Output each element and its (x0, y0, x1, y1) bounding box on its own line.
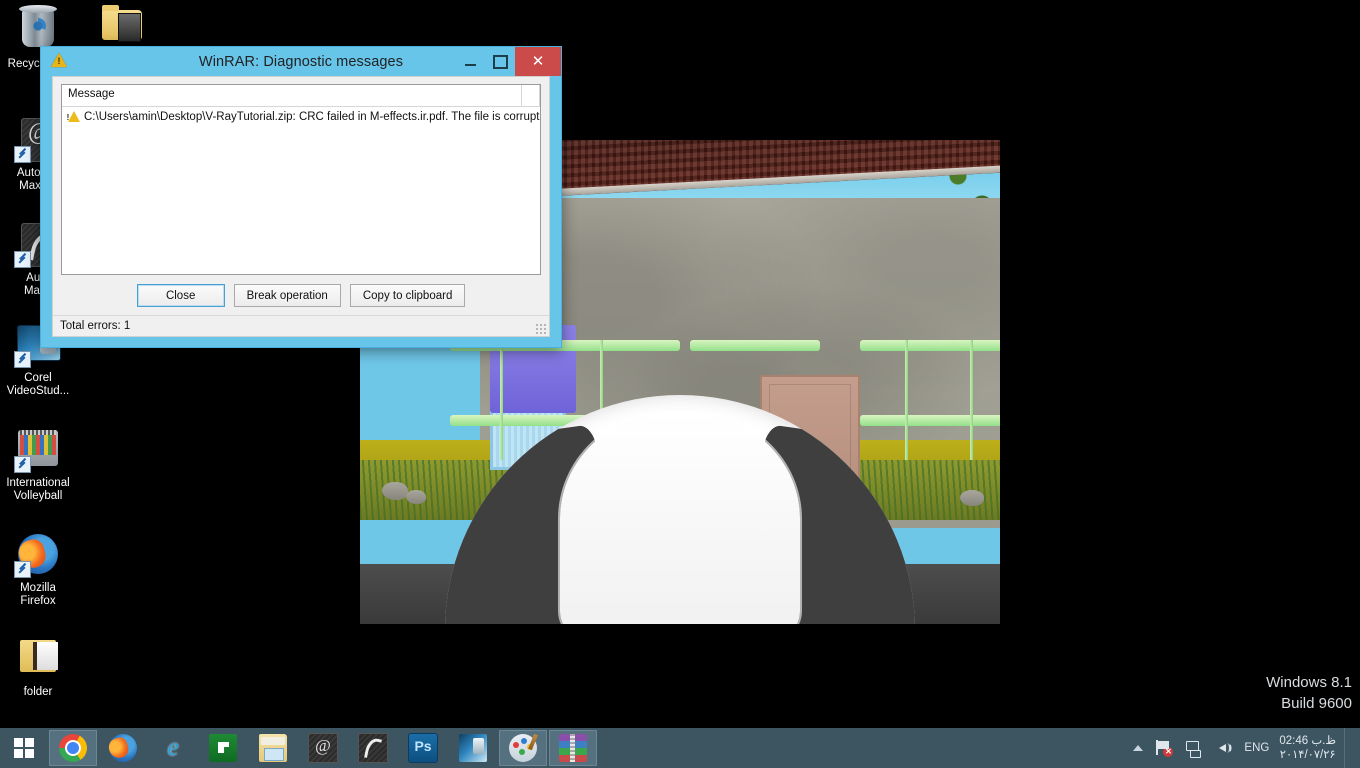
desktop-icon-firefox[interactable]: Mozilla Firefox (0, 530, 82, 608)
file-explorer-icon (259, 734, 287, 762)
action-center-button[interactable]: ✕ (1149, 728, 1178, 768)
warning-icon (68, 111, 81, 123)
warning-icon (51, 53, 68, 69)
taskbar-maya[interactable] (349, 730, 397, 766)
desktop-icon-international-volleyball[interactable]: International Volleyball (0, 425, 86, 503)
rock-2 (406, 490, 426, 504)
show-hidden-icons-button[interactable] (1127, 728, 1149, 768)
3dsmax-icon (308, 733, 338, 763)
dialog-body: Message C:\Users\amin\Desktop\V-RayTutor… (52, 76, 550, 337)
taskbar[interactable]: e ✕ ENG 02:46 ظ.ب ۲۰۱۴/۰۷/۲۶ (0, 728, 1360, 768)
desktop-icon-label-line2: VideoStud... (6, 385, 70, 397)
taskbar-photoshop[interactable] (399, 730, 447, 766)
status-bar: Total errors: 1 (53, 315, 549, 336)
desktop-icon-label-line2: Firefox (20, 595, 56, 607)
chevron-up-icon (1133, 745, 1144, 751)
dialog-title-bar[interactable]: WinRAR: Diagnostic messages ✕ (41, 47, 561, 76)
railing-post-4 (970, 340, 973, 460)
resize-grip[interactable] (535, 323, 546, 334)
ball-panel-white-top (560, 413, 800, 624)
desktop-icon-label-line2: Volleyball (13, 490, 63, 502)
internet-explorer-icon: e (167, 734, 179, 761)
desktop-icon-label: folder (23, 686, 53, 698)
network-button[interactable] (1178, 728, 1208, 768)
railing-top-mid (690, 340, 820, 351)
messages-list-header[interactable]: Message (62, 85, 540, 107)
volume-button[interactable] (1208, 728, 1238, 768)
windows-activation-watermark: Windows 8.1 Build 9600 (1266, 672, 1352, 714)
rock-1 (382, 482, 408, 500)
maya-icon (358, 733, 388, 763)
rock-3 (960, 490, 984, 506)
system-tray[interactable]: ✕ ENG 02:46 ظ.ب ۲۰۱۴/۰۷/۲۶ (1127, 728, 1360, 768)
start-button[interactable] (0, 728, 48, 768)
taskbar-chrome[interactable] (49, 730, 97, 766)
maximize-icon (492, 54, 508, 69)
column-header-message[interactable]: Message (62, 85, 522, 106)
watermark-line1: Windows 8.1 (1266, 674, 1352, 691)
folder-pictures-icon (98, 2, 146, 50)
window-controls[interactable]: ✕ (455, 47, 561, 76)
railing-post-3 (905, 340, 908, 460)
firefox-icon (109, 734, 137, 762)
clock-date: ۲۰۱۴/۰۷/۲۶ (1279, 749, 1336, 761)
close-icon: ✕ (531, 53, 545, 70)
paint-icon (509, 734, 537, 762)
network-icon (1184, 740, 1202, 758)
taskbar-paint[interactable] (499, 730, 547, 766)
windows-logo-icon (14, 738, 34, 758)
clock[interactable]: 02:46 ظ.ب ۲۰۱۴/۰۷/۲۶ (1275, 734, 1344, 762)
copy-to-clipboard-button[interactable]: Copy to clipboard (349, 284, 466, 307)
dialog-button-row: Close Break operation Copy to clipboard (53, 275, 549, 315)
message-text: C:\Users\amin\Desktop\V-RayTutorial.zip:… (84, 111, 540, 123)
desktop-icon-label-line1: Corel (24, 372, 52, 384)
watermark-line2: Build 9600 (1281, 695, 1352, 712)
desktop-icon-folder[interactable]: folder (0, 634, 82, 699)
taskbar-winrar[interactable] (549, 730, 597, 766)
minimize-icon (464, 64, 476, 66)
close-button[interactable]: Close (136, 284, 225, 307)
volume-icon (1214, 740, 1232, 756)
table-row[interactable]: C:\Users\amin\Desktop\V-RayTutorial.zip:… (62, 107, 540, 127)
store-icon (209, 734, 237, 762)
railing-mid-right (860, 415, 1000, 426)
photoshop-icon (408, 733, 438, 763)
taskbar-internet-explorer[interactable]: e (149, 730, 197, 766)
volleyball-icon (14, 425, 62, 473)
desktop-icon-label-line1: International (6, 477, 70, 489)
railing-top-right (860, 340, 1000, 351)
total-errors-text: Total errors: 1 (60, 320, 131, 332)
messages-list[interactable]: Message C:\Users\amin\Desktop\V-RayTutor… (61, 84, 541, 275)
close-window-button[interactable]: ✕ (515, 47, 561, 76)
taskbar-3ds-max[interactable] (299, 730, 347, 766)
maximize-button[interactable] (485, 47, 515, 76)
taskbar-file-explorer[interactable] (249, 730, 297, 766)
winrar-icon (559, 734, 587, 762)
taskbar-corel[interactable] (449, 730, 497, 766)
action-center-flag-icon: ✕ (1155, 740, 1174, 757)
taskbar-firefox[interactable] (99, 730, 147, 766)
folder-open-icon (14, 634, 62, 682)
chrome-icon (59, 734, 87, 762)
clock-time: 02:46 ظ.ب (1279, 735, 1336, 747)
winrar-diagnostic-messages-dialog[interactable]: WinRAR: Diagnostic messages ✕ Message C:… (40, 46, 562, 348)
desktop-icon-label-line1: Mozilla (20, 582, 56, 594)
column-header-blank[interactable] (522, 85, 540, 106)
break-operation-button[interactable]: Break operation (233, 284, 341, 307)
show-desktop-button[interactable] (1344, 728, 1354, 768)
corel-icon (459, 734, 487, 762)
language-indicator[interactable]: ENG (1238, 728, 1275, 768)
minimize-button[interactable] (455, 47, 485, 76)
taskbar-store[interactable] (199, 730, 247, 766)
firefox-icon (14, 530, 62, 578)
